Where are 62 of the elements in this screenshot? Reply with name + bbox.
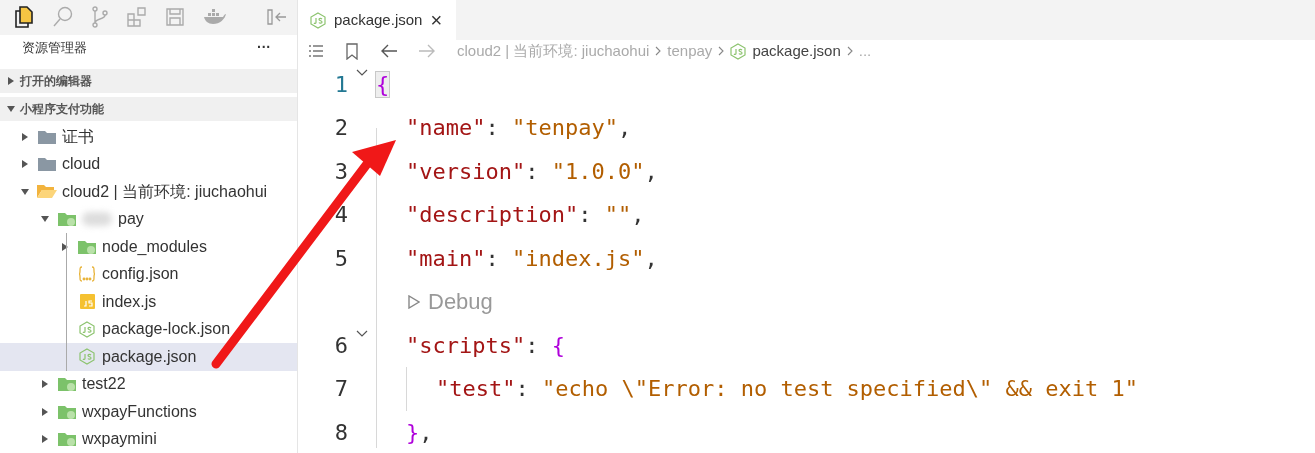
- chevron-icon: [655, 46, 662, 57]
- chevron-icon: [846, 46, 853, 57]
- tree-item[interactable]: wxpayFunctions: [0, 398, 297, 426]
- tree-item[interactable]: cloud2 | 当前环境: jiuchaohui: [0, 178, 297, 206]
- section-header[interactable]: 小程序支付功能: [0, 97, 297, 121]
- folder-icon: [37, 157, 57, 172]
- tree-item[interactable]: config.json: [0, 260, 297, 288]
- sidebar-title: 资源管理器: [22, 39, 87, 58]
- back-icon[interactable]: [381, 44, 398, 59]
- folder-icon: [57, 404, 77, 419]
- outline-icon[interactable]: [308, 44, 324, 59]
- section-header[interactable]: 打开的编辑器: [0, 69, 297, 93]
- breadcrumb-item[interactable]: package.json: [752, 40, 841, 63]
- collapse-panel-icon[interactable]: [267, 9, 287, 26]
- expanded-caret-icon[interactable]: [38, 216, 52, 223]
- play-icon[interactable]: [408, 294, 420, 309]
- bookmark-icon[interactable]: [345, 42, 359, 60]
- open-folder-icon: [37, 184, 57, 200]
- tree-item[interactable]: 证书: [0, 123, 297, 151]
- close-tab-button[interactable]: ×: [430, 10, 443, 30]
- fold-chevron-icon[interactable]: [356, 68, 368, 77]
- tree-item[interactable]: node_modules: [0, 233, 297, 261]
- line-number: 1: [333, 70, 348, 99]
- more-actions-button[interactable]: ···: [257, 37, 271, 59]
- line-number: 5: [333, 244, 348, 273]
- hexagon-icon: [730, 42, 747, 60]
- line-number: 6: [333, 331, 348, 360]
- line-number: 3: [333, 157, 348, 186]
- hexagon-icon: [310, 11, 326, 29]
- folder-icon: [37, 129, 57, 144]
- tree-item[interactable]: cloud: [0, 150, 297, 178]
- code-line: },: [405, 418, 433, 447]
- folder-icon: [57, 212, 77, 227]
- folder-icon: [57, 377, 77, 392]
- code-line: "name": "tenpay",: [405, 114, 632, 143]
- expanded-caret-icon[interactable]: [18, 188, 32, 195]
- folder-icon: [77, 239, 97, 254]
- braces-icon: [77, 266, 97, 283]
- tree-item[interactable]: wxpaymini: [0, 425, 297, 453]
- line-number: 4: [333, 201, 348, 230]
- js-file-icon: [77, 294, 97, 310]
- code-line: "main": "index.js",: [405, 244, 658, 273]
- tree-item[interactable]: package.json: [0, 343, 297, 371]
- line-number: 7: [333, 375, 348, 404]
- line-number: 8: [333, 418, 348, 447]
- files-icon[interactable]: [14, 6, 34, 29]
- code-line: "test": "echo \"Error: no test specified\" && exit 1": [435, 375, 1138, 404]
- tree-item[interactable]: test22: [0, 370, 297, 398]
- tree-item[interactable]: package-lock.json: [0, 315, 297, 343]
- hexagon-icon: [77, 348, 97, 366]
- code-line: "description": "",: [405, 201, 645, 230]
- tree-item[interactable]: pay: [0, 205, 297, 233]
- code-line: "version": "1.0.0",: [405, 157, 658, 186]
- line-number: 2: [333, 114, 348, 143]
- code-line: "scripts": {: [405, 331, 565, 360]
- chevron-icon: [718, 46, 725, 57]
- expanded-caret-icon[interactable]: [4, 106, 18, 112]
- folder-icon: [57, 432, 77, 447]
- hexagon-icon: [77, 320, 97, 338]
- editor-tab[interactable]: package.json ×: [298, 0, 457, 40]
- fold-chevron-icon[interactable]: [356, 329, 368, 338]
- tree-item[interactable]: index.js: [0, 288, 297, 316]
